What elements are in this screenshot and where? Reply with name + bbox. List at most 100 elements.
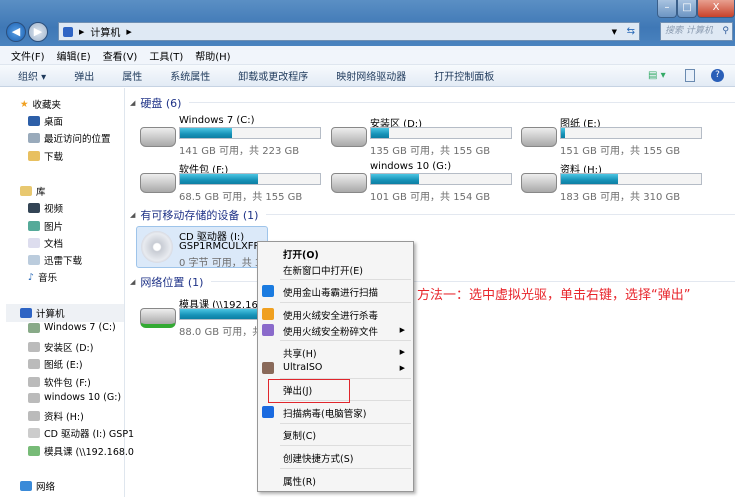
sidebar-network[interactable]: 网络 [20,479,55,493]
sidebar-item-pictures[interactable]: 图片 [28,219,63,233]
sidebar-drive-c[interactable]: Windows 7 (C:) [28,322,116,333]
menu-item-ultraiso[interactable]: UltraISO [283,362,322,373]
sidebar-drive-e[interactable]: 图纸 (E:) [28,357,83,371]
forward-button[interactable]: ▶ [28,22,48,42]
drive-tile[interactable]: windows 10 (G:) 101 GB 可用，共 154 GB [331,161,521,205]
menu-item-open[interactable]: 打开(O) [283,247,319,261]
control-panel-button[interactable]: 打开控制面板 [434,68,494,83]
section-network-locations[interactable]: ◢ 网络位置 (1) [130,274,735,290]
menu-bar: 文件(F) 编辑(E) 查看(V) 工具(T) 帮助(H) [0,46,735,65]
sidebar-libraries[interactable]: 库 [20,184,46,198]
video-icon [28,203,40,213]
computer-icon [20,308,32,318]
hard-drive-icon [331,173,367,193]
menu-item-properties[interactable]: 属性(R) [283,474,316,488]
drive-info: 151 GB 可用，共 155 GB [560,146,681,157]
usage-bar [370,127,512,139]
view-options-icon[interactable]: ▤ ▾ [648,70,666,81]
menu-tools[interactable]: 工具(T) [149,48,183,63]
menu-help[interactable]: 帮助(H) [195,48,230,63]
drive-tile[interactable]: 图纸 (E:) 151 GB 可用，共 155 GB [521,117,711,159]
desktop-icon [28,116,40,126]
address-bar[interactable]: ▶ 计算机 ▶ ▼ ⇆ [58,22,640,41]
sidebar-drive-d[interactable]: 安装区 (D:) [28,340,93,354]
drive-icon [28,392,40,403]
usage-bar [370,173,512,185]
sidebar-item-videos[interactable]: 视频 [28,201,63,215]
menu-item-kingsoft-scan[interactable]: 使用金山毒霸进行扫描 [283,285,378,299]
menu-separator [280,279,411,280]
minimize-button[interactable]: – [657,0,677,18]
network-icon [20,481,32,491]
sidebar-item-documents[interactable]: 文档 [28,236,63,250]
cd-drive-icon [141,231,173,263]
system-drive-icon [140,127,176,147]
map-drive-button[interactable]: 映射网络驱动器 [336,68,406,83]
organize-button[interactable]: 组织 ▾ [18,68,46,83]
eject-button[interactable]: 弹出 [74,68,94,83]
sidebar-item-recent[interactable]: 最近访问的位置 [28,131,111,145]
sidebar-drive-i[interactable]: CD 驱动器 (I:) GSP1 [28,426,134,440]
usage-bar [179,173,321,185]
highlight-box [268,379,350,403]
ultraiso-icon [262,362,274,374]
cd-drive-info: 0 字节 可用，共 3. [179,258,265,269]
command-bar: 组织 ▾ 弹出 属性 系统属性 卸载或更改程序 映射网络驱动器 打开控制面板 ▤… [0,65,735,87]
drive-tile[interactable]: Windows 7 (C:) 141 GB 可用，共 223 GB [140,115,330,159]
sidebar-drive-h[interactable]: 资料 (H:) [28,409,84,423]
menu-item-huorong-scan[interactable]: 使用火绒安全进行杀毒 [283,308,378,322]
breadcrumb-computer[interactable]: 计算机 [90,24,120,39]
thunder-download-icon [28,255,40,265]
sidebar-network-drive[interactable]: 模具课 (\\192.168.0 [28,444,134,458]
drive-icon [28,342,40,352]
drive-name: windows 10 (G:) [370,161,452,172]
section-removable[interactable]: ◢ 有可移动存储的设备 (1) [130,207,735,223]
menu-separator [280,445,411,446]
maximize-button[interactable]: □ [677,0,697,18]
sidebar-drive-f[interactable]: 软件包 (F:) [28,375,91,389]
drive-tile[interactable]: 资料 (H:) 183 GB 可用，共 310 GB [521,163,711,205]
back-button[interactable]: ◀ [6,22,26,42]
drive-info: 101 GB 可用，共 154 GB [370,192,491,203]
music-icon: ♪ [28,271,35,283]
hard-drive-icon [331,127,367,147]
library-icon [20,186,32,196]
drive-tile[interactable]: 软件包 (F:) 68.5 GB 可用，共 155 GB [140,163,330,205]
menu-item-copy[interactable]: 复制(C) [283,428,316,442]
menu-item-share[interactable]: 共享(H) [283,346,317,360]
refresh-icon[interactable]: ⇆ [627,26,635,37]
menu-view[interactable]: 查看(V) [103,48,138,63]
cd-drive-tile[interactable]: CD 驱动器 (I:) GSP1RMCULXFRE 0 字节 可用，共 3. [136,226,268,269]
search-input[interactable]: 搜索 计算机 ⚲ [660,22,733,41]
sidebar-favorites[interactable]: ★ 收藏夹 [20,97,61,112]
preview-pane-icon[interactable] [685,69,695,82]
annotation-text: 方法一：选中虚拟光驱，单击右键，选择“弹出” [417,288,691,303]
menu-item-create-shortcut[interactable]: 创建快捷方式(S) [283,451,353,465]
menu-item-huorong-shred[interactable]: 使用火绒安全粉碎文件 [283,324,378,338]
menu-file[interactable]: 文件(F) [11,48,45,63]
drive-info: 183 GB 可用，共 310 GB [560,192,681,203]
sidebar-item-thunder[interactable]: 迅雷下载 [28,253,82,267]
menu-edit[interactable]: 编辑(E) [57,48,91,63]
sidebar-drive-g[interactable]: windows 10 (G:) [28,392,121,403]
uninstall-button[interactable]: 卸载或更改程序 [238,68,308,83]
drive-info: 135 GB 可用，共 155 GB [370,146,491,157]
sidebar-item-music[interactable]: ♪ 音乐 [28,270,57,285]
system-drive-icon [28,322,40,333]
drive-tile[interactable]: 安装区 (D:) 135 GB 可用，共 155 GB [331,117,521,159]
close-button[interactable]: X [697,0,735,18]
sidebar-item-downloads[interactable]: 下载 [28,149,63,163]
address-dropdown-icon[interactable]: ▼ [612,28,617,36]
sidebar-computer[interactable]: 计算机 [6,304,124,322]
sidebar-item-desktop[interactable]: 桌面 [28,114,63,128]
help-icon[interactable]: ? [711,69,724,82]
menu-item-open-new-window[interactable]: 在新窗口中打开(E) [283,263,363,277]
hard-drive-icon [521,173,557,193]
section-hard-disks[interactable]: ◢ 硬盘 (6) [130,95,735,111]
system-properties-button[interactable]: 系统属性 [170,68,210,83]
computer-icon [63,26,73,37]
usage-bar [179,127,321,139]
menu-item-tencent-scan[interactable]: 扫描病毒(电脑管家) [283,406,366,420]
properties-button[interactable]: 属性 [122,68,142,83]
hard-drive-icon [140,173,176,193]
